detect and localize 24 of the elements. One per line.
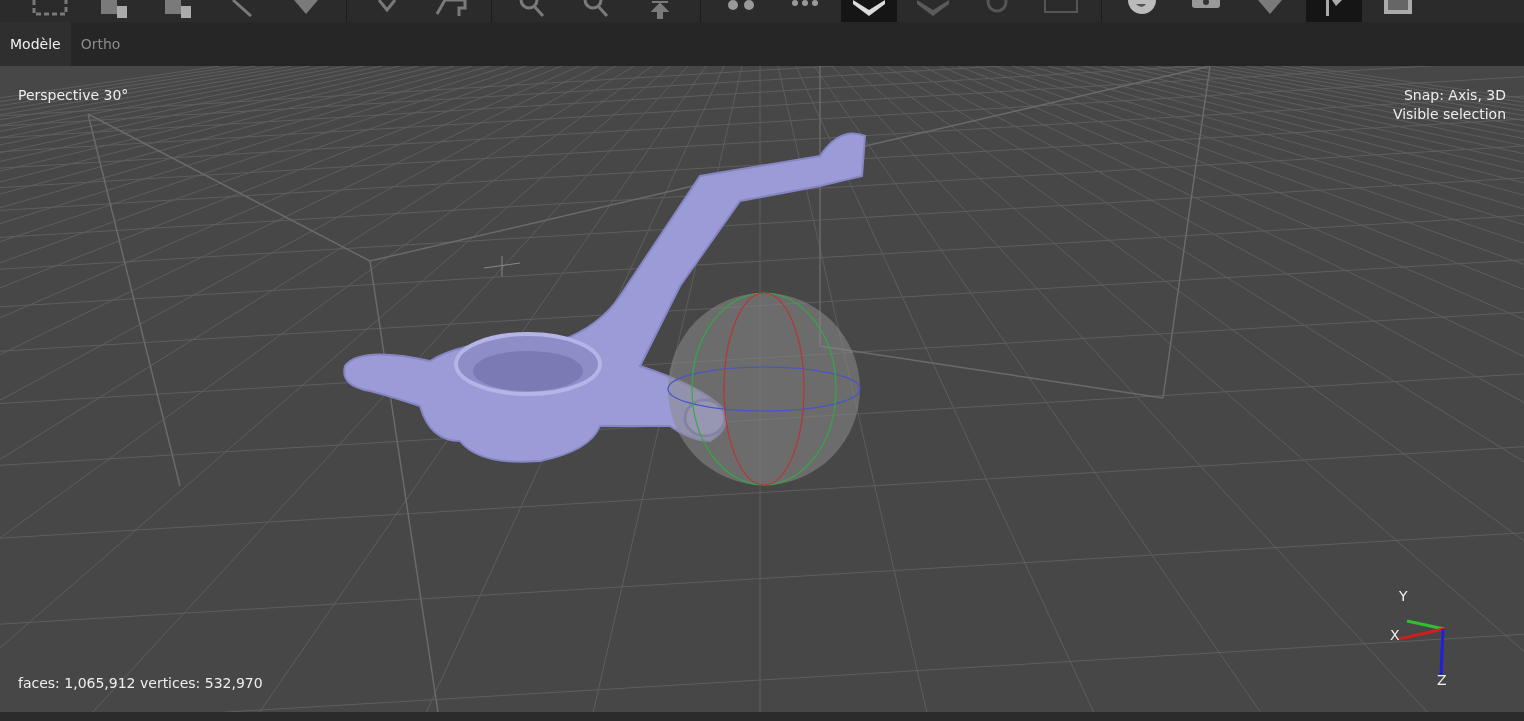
hand-cursor-icon	[165, 0, 191, 18]
upload-arrow-icon	[651, 0, 669, 19]
mesh-stats: faces: 1,065,912 vertices: 532,970	[18, 674, 263, 693]
axis-label: X	[1390, 626, 1400, 645]
projection-label: Perspective 30°	[18, 86, 129, 105]
axis-gizmo	[1398, 619, 1445, 677]
picture-icon	[1044, 0, 1078, 13]
magnifier-icon	[583, 0, 609, 18]
3d-viewport[interactable]: Perspective 30° Snap: Axis, 3D Visible selection Y X faces: 1,065,912 vertices: 532,970 Z	[0, 66, 1524, 712]
center-cross-mark	[483, 255, 521, 277]
hand-cursor-icon	[101, 0, 127, 18]
snap-status: Snap: Axis, 3D	[1403, 86, 1506, 105]
snap-status: Visible selection	[1392, 105, 1506, 124]
view-tab[interactable]: Modèle	[0, 22, 71, 66]
view-tab[interactable]: Ortho	[70, 22, 131, 66]
three-dots-icon	[792, 0, 818, 6]
flag-icon	[1326, 0, 1342, 16]
axis-label: Y	[1399, 587, 1408, 606]
line-icon	[231, 0, 253, 17]
toolbar-button[interactable]	[841, 0, 897, 22]
toolbar-button[interactable]	[1306, 0, 1362, 22]
axis-label: Z	[1437, 671, 1447, 690]
magnifier-icon	[519, 0, 545, 18]
two-dots-icon	[728, 0, 754, 10]
